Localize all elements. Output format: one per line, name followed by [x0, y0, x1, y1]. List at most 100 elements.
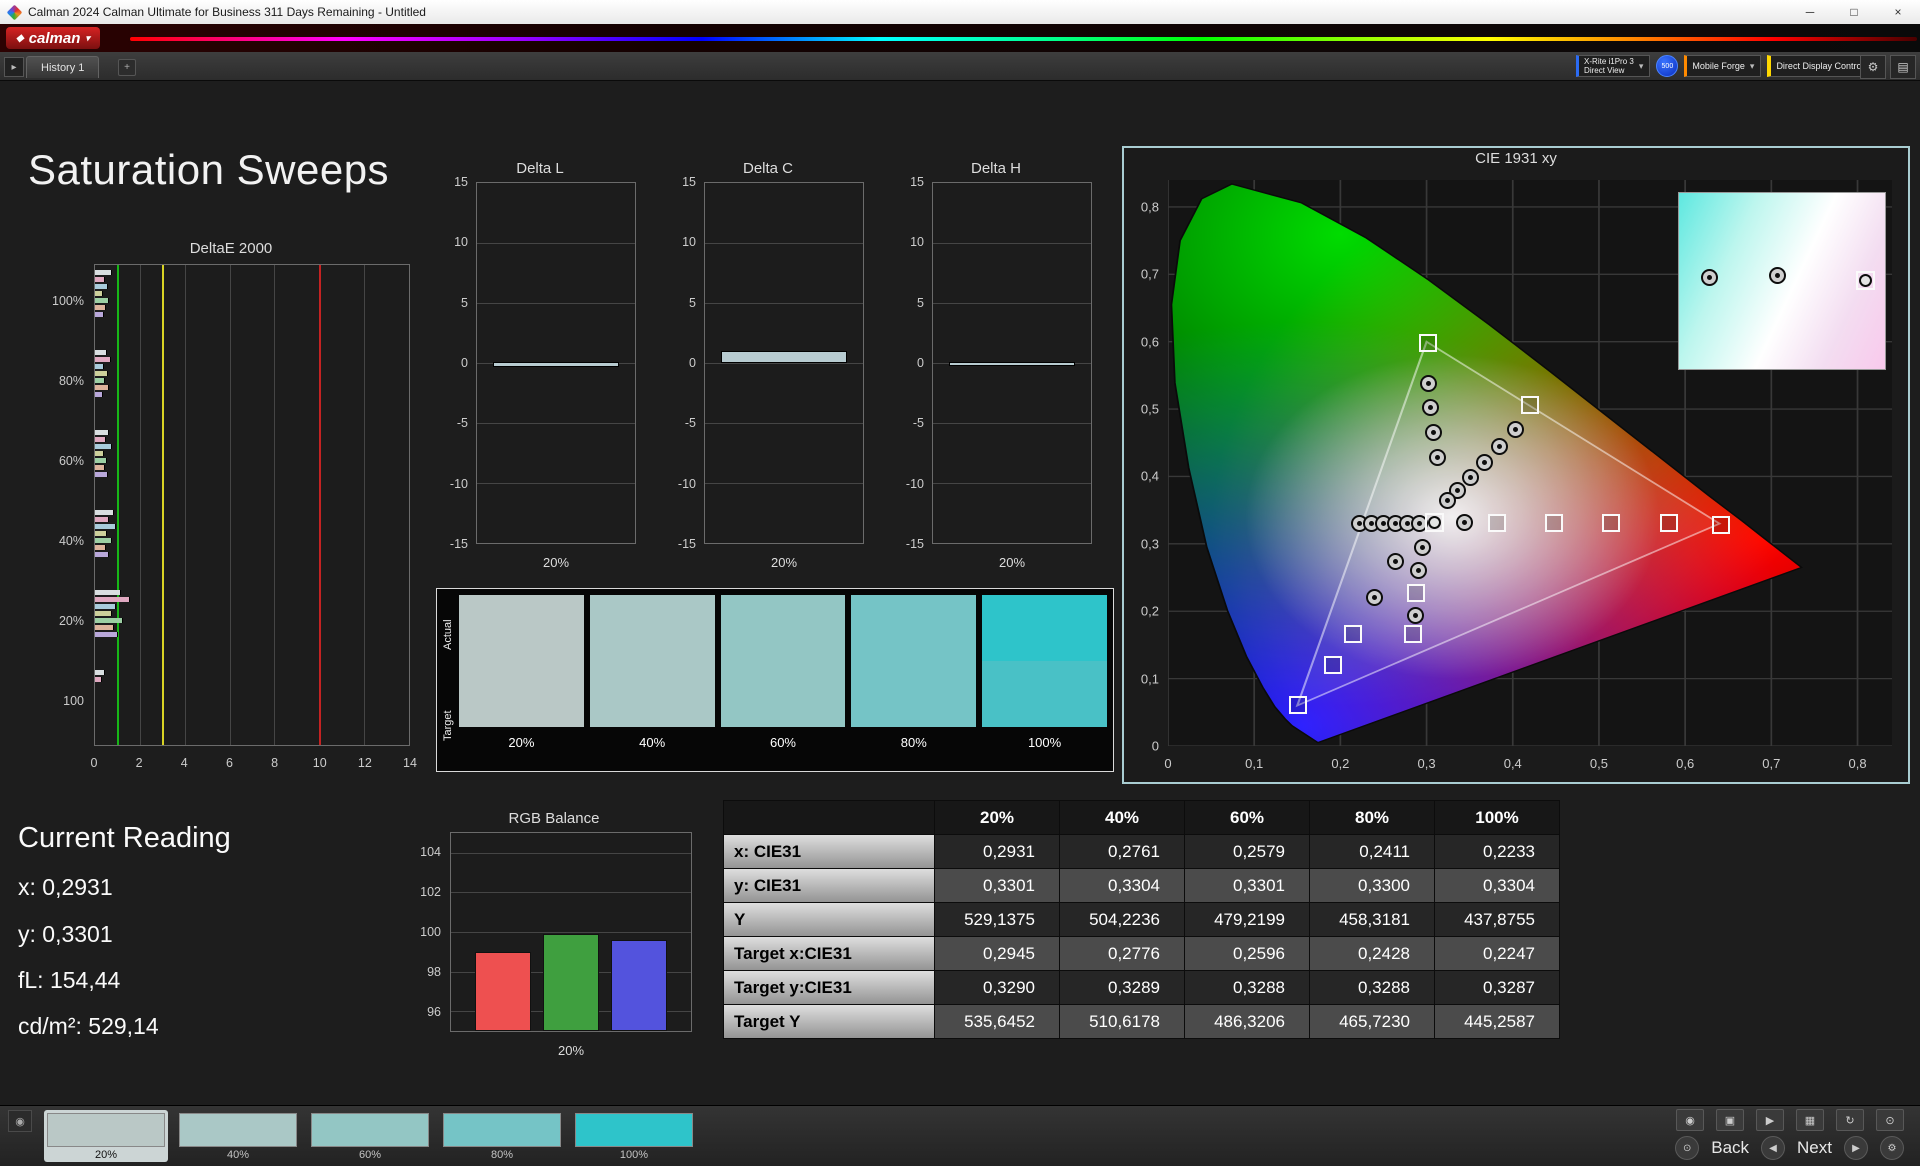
table-cell: 0,2411 — [1310, 835, 1434, 868]
cie-1931-panel[interactable]: CIE 1931 xy 0 0,1 0,2 0,3 0,4 0,5 0,6 0,… — [1122, 146, 1910, 784]
deltae-bar — [95, 451, 104, 456]
cie-plot-area — [1168, 180, 1892, 746]
dh-y-tick: 10 — [910, 235, 924, 250]
measurement-table: 20% 40% 60% 80% 100% x: CIE31 0,2931 0,2761 0,25… — [723, 800, 1560, 1039]
table-cell: 465,7230 — [1310, 1005, 1434, 1038]
swatch-column: 80% — [851, 595, 977, 771]
delta-e-chart-title: DeltaE 2000 — [189, 240, 273, 257]
table-cell: 0,2428 — [1310, 937, 1434, 970]
swatch-label: 20% — [508, 735, 535, 750]
actual-target-swatch-strip: Actual Target 20% 40% 60% 80% 100% — [436, 588, 1114, 772]
deltae-bar — [95, 284, 109, 289]
deltae-bar — [95, 618, 123, 623]
rgb-y-tick: 98 — [427, 965, 441, 979]
reading-y: y: 0,3301 — [18, 921, 113, 947]
rgb-balance-title: RGB Balance — [508, 810, 600, 827]
layout-panel-icon[interactable]: ▤ — [1890, 55, 1916, 79]
eye-icon[interactable]: ◉ — [8, 1110, 32, 1132]
table-row-label: Y — [724, 903, 934, 936]
measured-point — [1475, 453, 1493, 471]
patch-thumbnail-swatch — [443, 1113, 561, 1147]
dc-bar — [720, 351, 848, 363]
delta-e-y-labels: 100% 80% 60% 40% 20% 100 — [46, 264, 90, 746]
delta-e-plot-area — [94, 264, 410, 746]
rgb-y-tick: 104 — [420, 845, 441, 859]
table-cell: 0,2233 — [1435, 835, 1559, 868]
dl-gridline — [477, 483, 635, 484]
pattern-source-button[interactable]: Mobile Forge ▾ — [1684, 55, 1762, 77]
next-button[interactable]: Next — [1797, 1138, 1832, 1158]
patch-thumbnail[interactable]: 80% — [440, 1110, 564, 1162]
measured-point — [1422, 398, 1440, 416]
white-point-inset — [1678, 192, 1886, 370]
gear-icon[interactable]: ⚙ — [1860, 55, 1886, 79]
deltae-bar — [95, 458, 108, 463]
deltae-bar — [95, 364, 104, 369]
patch-thumbnail-label: 100% — [619, 1149, 649, 1161]
swatch-label: 40% — [639, 735, 666, 750]
dl-y-tick: -15 — [449, 537, 468, 551]
maximize-button[interactable]: □ — [1832, 0, 1876, 24]
deltae-bar — [95, 305, 107, 310]
deltae-bar — [95, 378, 105, 383]
back-arrow-icon[interactable]: ◀ — [1761, 1136, 1786, 1160]
swatch-column: 60% — [720, 595, 846, 771]
meter-button[interactable]: X-Rite i1Pro 3 Direct View ▾ — [1576, 55, 1651, 77]
delta-l-chart: Delta L 15 10 5 0 -5 -10 -15 20% — [440, 158, 640, 578]
bottom-tool-icon[interactable]: ▣ — [1716, 1109, 1744, 1131]
next-arrow-icon[interactable]: ▶ — [1844, 1136, 1868, 1160]
table-row-label: Target y:CIE31 — [724, 971, 934, 1004]
cie-x-labels: 0 0,1 0,2 0,3 0,4 0,5 0,6 0,7 0,8 — [1164, 756, 1892, 774]
bottom-tool-icon[interactable]: ◉ — [1676, 1109, 1704, 1131]
tab-history-1[interactable]: History 1 — [26, 56, 100, 78]
table-cell: 0,3289 — [1060, 971, 1184, 1004]
target-point — [1418, 333, 1437, 352]
delta-h-chart: Delta H 15 10 5 0 -5 -10 -15 20% — [896, 158, 1096, 578]
calman-logo-menu[interactable]: ◆ calman ▾ — [6, 27, 100, 49]
deltae-bar — [95, 517, 110, 522]
deltae-group-label: 100 — [63, 694, 84, 708]
cie-y-labels: 0 0,1 0,2 0,3 0,4 0,5 0,6 0,7 0,8 — [1126, 180, 1164, 753]
deltae-bar — [95, 590, 121, 595]
mute-icon[interactable]: ⊙ — [1675, 1136, 1700, 1160]
gear-icon[interactable]: ⚙ — [1880, 1136, 1904, 1160]
dc-gridline — [705, 303, 863, 304]
table-row-label: Target Y — [724, 1005, 934, 1038]
target-point — [1711, 515, 1730, 534]
swatch-column: 100% — [982, 595, 1107, 771]
patch-count-badge[interactable]: 500 — [1656, 55, 1679, 77]
deltae-gridline — [229, 265, 231, 745]
dl-y-tick: 0 — [461, 356, 468, 370]
close-button[interactable]: × — [1876, 0, 1920, 24]
minimize-button[interactable]: ─ — [1788, 0, 1832, 24]
back-button[interactable]: Back — [1711, 1138, 1749, 1158]
deltae-bar — [95, 597, 130, 602]
add-tab-button[interactable]: + — [118, 59, 136, 76]
bottom-tool-icon[interactable]: ⊙ — [1876, 1109, 1904, 1131]
deltae-bar — [95, 350, 108, 355]
target-point — [1545, 513, 1564, 532]
patch-thumbnail[interactable]: 20% — [44, 1110, 168, 1162]
bottom-tool-icon[interactable]: ▶ — [1756, 1109, 1784, 1131]
bottom-tool-icon[interactable]: ↻ — [1836, 1109, 1864, 1131]
delta-c-x-label: 20% — [770, 555, 798, 570]
table-column-header: 20% — [935, 801, 1059, 834]
dc-y-tick: -15 — [677, 537, 696, 551]
collapse-panel-button[interactable]: ▸ — [4, 57, 24, 77]
dl-y-tick: -10 — [449, 476, 468, 491]
meter-line2: Direct View — [1584, 66, 1625, 75]
deltae-gridline — [364, 265, 366, 745]
deltae-ref-line — [117, 265, 120, 745]
logo-text: calman — [28, 29, 81, 47]
patch-thumbnail[interactable]: 60% — [308, 1110, 432, 1162]
deltae-bar — [95, 531, 108, 536]
bottom-icon-row: ◉ ▣ ▶ ▦ ↻ ⊙ — [1676, 1109, 1904, 1131]
measured-point — [1419, 375, 1437, 393]
target-point — [1344, 624, 1363, 643]
dc-gridline — [705, 243, 863, 244]
patch-thumbnail[interactable]: 100% — [572, 1110, 696, 1162]
bottom-tool-icon[interactable]: ▦ — [1796, 1109, 1824, 1131]
dl-bar — [492, 362, 620, 367]
cie-x-tick: 0,7 — [1762, 756, 1781, 771]
patch-thumbnail[interactable]: 40% — [176, 1110, 300, 1162]
